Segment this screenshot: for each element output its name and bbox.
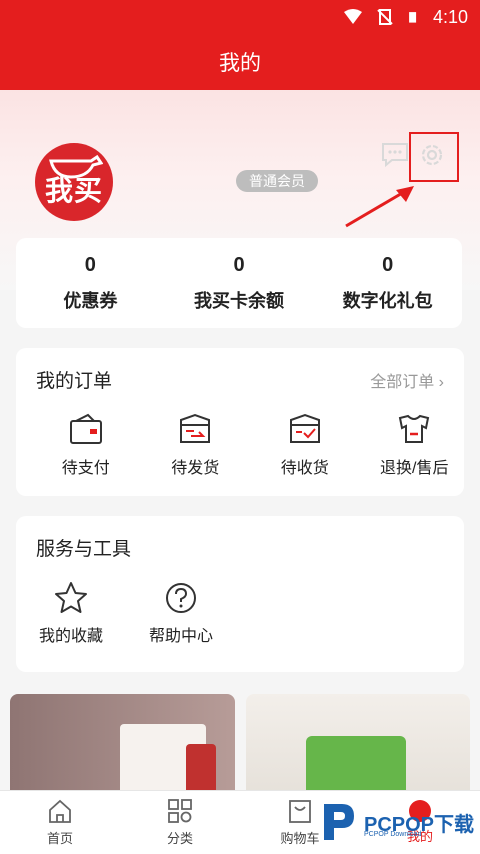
tab-category[interactable]: 分类 <box>120 791 240 854</box>
product-package-image <box>306 736 406 794</box>
status-time: 4:10 <box>432 6 468 27</box>
stat-card-balance[interactable]: 0 我买卡余额 <box>165 238 314 328</box>
wallet-icon <box>69 413 102 444</box>
order-item-label: 退换/售后 <box>380 460 449 477</box>
order-item-label: 待收货 <box>280 460 329 477</box>
stat-value: 0 <box>382 253 394 276</box>
avatar[interactable]: 我买 <box>35 143 113 221</box>
tab-label: 分类 <box>166 831 193 846</box>
orders-card: 我的订单 全部订单 › 待支付 待发货 待收货 退换/售后 <box>16 348 464 496</box>
product-card-image[interactable] <box>10 694 235 794</box>
tab-home[interactable]: 首页 <box>0 791 120 854</box>
tool-favorites[interactable]: 我的收藏 <box>16 580 126 646</box>
watermark-subtext: PCPOP Download <box>364 831 422 838</box>
stat-value: 0 <box>84 253 96 276</box>
page-title: 我的 <box>219 52 261 75</box>
member-badge: 普通会员 <box>236 170 318 192</box>
home-icon <box>49 799 71 823</box>
account-stats-card: 0 优惠券 0 我买卡余额 0 数字化礼包 <box>16 238 462 328</box>
tool-item-label: 帮助中心 <box>148 628 213 645</box>
member-badge-label: 普通会员 <box>249 173 305 189</box>
category-icon <box>168 799 192 823</box>
stat-label: 我买卡余额 <box>194 290 284 311</box>
status-bar: 4:10 <box>0 0 480 34</box>
all-orders-link[interactable]: 全部订单 › <box>370 368 444 392</box>
order-pending-receipt[interactable]: 待收货 <box>255 412 355 478</box>
tab-label: 首页 <box>46 831 73 846</box>
order-return-aftersale[interactable]: 退换/售后 <box>365 412 465 478</box>
stat-label: 优惠券 <box>63 290 118 311</box>
tool-help-center[interactable]: 帮助中心 <box>126 580 236 646</box>
order-pending-payment[interactable]: 待支付 <box>36 412 136 478</box>
message-icon[interactable] <box>380 140 410 168</box>
box-receive-icon <box>289 413 320 443</box>
order-item-label: 待发货 <box>171 460 220 477</box>
cart-icon <box>289 800 311 823</box>
product-card-image[interactable] <box>246 694 470 794</box>
chevron-right-icon: › <box>438 374 444 391</box>
pcpop-logo-icon <box>324 804 354 840</box>
tools-title: 服务与工具 <box>36 539 132 560</box>
services-tools-card: 服务与工具 我的收藏 帮助中心 <box>16 516 464 672</box>
order-item-label: 待支付 <box>61 460 110 477</box>
settings-icon[interactable] <box>418 141 446 169</box>
tool-item-label: 我的收藏 <box>38 628 103 645</box>
return-icon <box>399 414 430 443</box>
stat-label: 数字化礼包 <box>342 290 433 311</box>
all-orders-label: 全部订单 <box>370 374 435 391</box>
tools-row: 我的收藏 帮助中心 <box>16 580 236 646</box>
watermark: PCPOP下载 PCPOP Download <box>318 796 480 848</box>
orders-row: 待支付 待发货 待收货 退换/售后 <box>16 412 464 478</box>
stat-digital-gift[interactable]: 0 数字化礼包 <box>313 238 462 328</box>
bird-logo-icon <box>49 154 103 179</box>
stat-value: 0 <box>233 253 245 276</box>
annotation-arrow-icon <box>345 186 414 228</box>
box-ship-icon <box>180 413 211 443</box>
star-icon <box>55 582 87 613</box>
wifi-icon <box>343 9 362 24</box>
no-sim-icon <box>377 9 393 25</box>
page-header: 我的 <box>0 34 480 90</box>
help-icon <box>166 583 196 613</box>
order-pending-shipment[interactable]: 待发货 <box>146 412 246 478</box>
product-package-image <box>120 724 216 794</box>
stat-coupons[interactable]: 0 优惠券 <box>16 238 165 328</box>
battery-icon <box>409 12 417 23</box>
tab-label: 购物车 <box>280 831 320 846</box>
orders-title: 我的订单 <box>36 371 113 392</box>
